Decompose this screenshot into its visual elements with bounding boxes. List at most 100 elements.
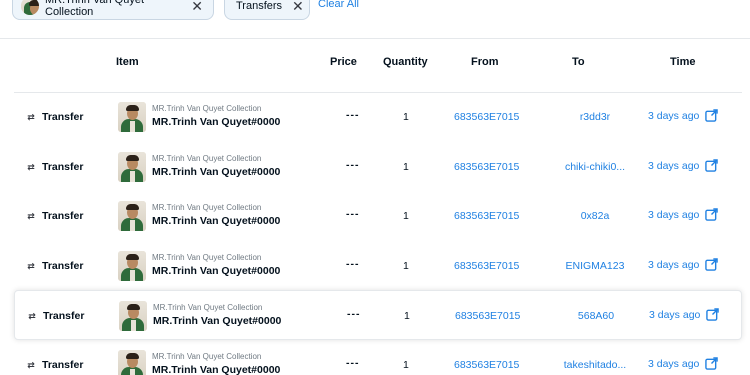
event-cell: ⇄ Transfer (26, 210, 83, 222)
filter-chip-label: MR.Trinh Van Quyet Collection (45, 0, 145, 18)
time-link[interactable]: 3 days ago (648, 159, 719, 172)
quantity-value: 1 (403, 359, 409, 371)
filter-chip-label: Transfers (236, 0, 283, 12)
item-collection-link[interactable]: MR.Trinh Van Quyet Collection (152, 203, 261, 212)
transfer-arrows-icon: ⇄ (28, 310, 36, 321)
transfer-arrows-icon: ⇄ (27, 260, 35, 271)
column-header-from: From (471, 56, 499, 68)
item-name-link[interactable]: MR.Trinh Van Quyet#0000 (152, 364, 280, 375)
from-address-link[interactable]: 683563E7015 (454, 210, 519, 222)
to-address-link[interactable]: chiki-chiki0... (547, 161, 643, 173)
from-address-link[interactable]: 683563E7015 (454, 111, 519, 123)
from-address-link[interactable]: 683563E7015 (454, 161, 519, 173)
transfer-arrows-icon: ⇄ (27, 111, 35, 122)
item-collection-link[interactable]: MR.Trinh Van Quyet Collection (152, 352, 261, 361)
price-value: --- (346, 208, 360, 220)
event-cell: ⇄ Transfer (27, 310, 84, 322)
time-value: 3 days ago (648, 109, 700, 122)
time-link[interactable]: 3 days ago (648, 109, 719, 122)
close-icon[interactable]: ✕ (191, 0, 203, 13)
item-thumbnail[interactable] (118, 350, 146, 375)
event-label: Transfer (43, 310, 85, 322)
time-link[interactable]: 3 days ago (648, 208, 719, 221)
external-link-icon (705, 159, 719, 172)
external-link-icon (705, 357, 719, 370)
event-label: Transfer (42, 111, 84, 123)
time-link[interactable]: 3 days ago (648, 258, 719, 271)
item-thumbnail[interactable] (119, 301, 147, 331)
external-link-icon (705, 258, 719, 271)
event-cell: ⇄ Transfer (26, 260, 83, 272)
external-link-icon (706, 308, 720, 321)
from-address-link[interactable]: 683563E7015 (455, 310, 520, 322)
item-name-link[interactable]: MR.Trinh Van Quyet#0000 (152, 265, 280, 277)
column-header-price: Price (330, 56, 357, 68)
time-value: 3 days ago (649, 308, 701, 321)
to-address-link[interactable]: r3dd3r (547, 111, 643, 123)
table-row[interactable]: ⇄ Transfer MR.Trinh Van Quyet Collection… (14, 340, 742, 375)
item-thumbnail[interactable] (118, 251, 146, 281)
close-icon[interactable]: ✕ (292, 0, 304, 13)
from-address-link[interactable]: 683563E7015 (454, 359, 519, 371)
table-row[interactable]: ⇄ Transfer MR.Trinh Van Quyet Collection… (14, 191, 742, 241)
table-row[interactable]: ⇄ Transfer MR.Trinh Van Quyet Collection… (14, 290, 742, 340)
time-value: 3 days ago (648, 357, 700, 370)
item-thumbnail[interactable] (118, 102, 146, 132)
price-value: --- (347, 308, 361, 320)
table-row[interactable]: ⇄ Transfer MR.Trinh Van Quyet Collection… (14, 142, 742, 192)
filter-bar: MR.Trinh Van Quyet Collection ✕ Transfer… (0, 0, 750, 38)
price-value: --- (346, 357, 360, 369)
transfer-arrows-icon: ⇄ (27, 210, 35, 221)
column-header-to: To (572, 56, 585, 68)
item-thumbnail[interactable] (118, 201, 146, 231)
collection-avatar (21, 0, 39, 15)
table-header: Item Price Quantity From To Time (0, 56, 750, 72)
clear-all-button[interactable]: Clear All (318, 0, 359, 10)
transfer-arrows-icon: ⇄ (27, 359, 35, 370)
time-value: 3 days ago (648, 258, 700, 271)
external-link-icon (705, 109, 719, 122)
event-cell: ⇄ Transfer (26, 161, 83, 173)
event-cell: ⇄ Transfer (26, 359, 83, 371)
filter-chip-collection[interactable]: MR.Trinh Van Quyet Collection ✕ (12, 0, 214, 20)
event-cell: ⇄ Transfer (26, 111, 83, 123)
event-label: Transfer (42, 359, 84, 371)
item-collection-link[interactable]: MR.Trinh Van Quyet Collection (152, 154, 261, 163)
to-address-link[interactable]: ENIGMA123 (547, 260, 643, 272)
event-label: Transfer (42, 161, 84, 173)
quantity-value: 1 (403, 161, 409, 173)
column-header-time: Time (670, 56, 696, 68)
table-row[interactable]: ⇄ Transfer MR.Trinh Van Quyet Collection… (14, 241, 742, 291)
divider (0, 38, 750, 39)
event-label: Transfer (42, 210, 84, 222)
to-address-link[interactable]: takeshitado... (547, 359, 643, 371)
table-row[interactable]: ⇄ Transfer MR.Trinh Van Quyet Collection… (14, 92, 742, 142)
time-link[interactable]: 3 days ago (649, 308, 720, 321)
price-value: --- (346, 258, 360, 270)
column-header-item: Item (116, 56, 139, 68)
filter-chip-event-type[interactable]: Transfers ✕ (224, 0, 310, 20)
item-name-link[interactable]: MR.Trinh Van Quyet#0000 (152, 166, 280, 178)
price-value: --- (346, 159, 360, 171)
time-value: 3 days ago (648, 159, 700, 172)
time-value: 3 days ago (648, 208, 700, 221)
quantity-value: 1 (403, 210, 409, 222)
price-value: --- (346, 109, 360, 121)
external-link-icon (705, 208, 719, 221)
quantity-value: 1 (403, 111, 409, 123)
item-thumbnail[interactable] (118, 152, 146, 182)
item-collection-link[interactable]: MR.Trinh Van Quyet Collection (152, 104, 261, 113)
quantity-value: 1 (403, 260, 409, 272)
item-name-link[interactable]: MR.Trinh Van Quyet#0000 (152, 116, 280, 128)
item-name-link[interactable]: MR.Trinh Van Quyet#0000 (152, 215, 280, 227)
item-collection-link[interactable]: MR.Trinh Van Quyet Collection (152, 253, 261, 262)
to-address-link[interactable]: 0x82a (547, 210, 643, 222)
to-address-link[interactable]: 568A60 (548, 310, 644, 322)
transfer-arrows-icon: ⇄ (27, 161, 35, 172)
time-link[interactable]: 3 days ago (648, 357, 719, 370)
quantity-value: 1 (404, 310, 410, 322)
item-name-link[interactable]: MR.Trinh Van Quyet#0000 (153, 315, 281, 327)
item-collection-link[interactable]: MR.Trinh Van Quyet Collection (153, 303, 262, 312)
event-label: Transfer (42, 260, 84, 272)
from-address-link[interactable]: 683563E7015 (454, 260, 519, 272)
